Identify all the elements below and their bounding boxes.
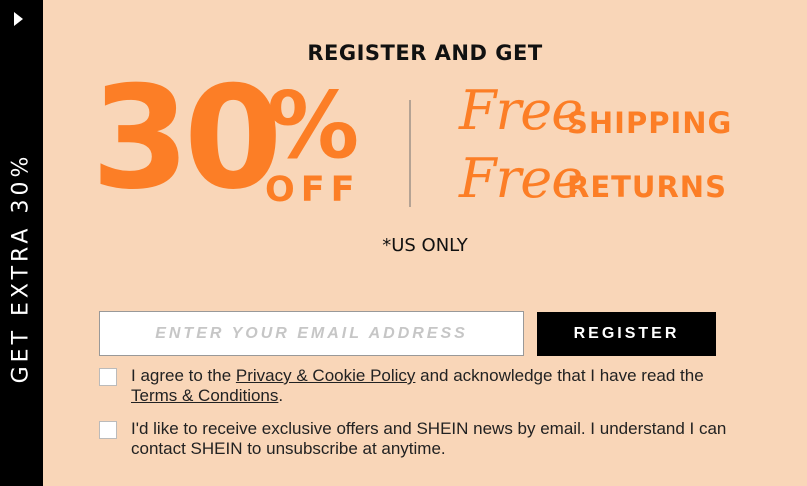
newsletter-checkbox[interactable] [99, 421, 117, 439]
off-label: OFF [265, 170, 361, 210]
privacy-text-2: and acknowledge that I have read the [415, 366, 704, 385]
side-tab[interactable]: GET EXTRA 30% [0, 0, 43, 486]
privacy-text-1: I agree to the [131, 366, 236, 385]
us-only-note: *US ONLY [382, 235, 468, 256]
divider [409, 100, 411, 207]
perk-shipping: SHIPPING [567, 106, 733, 140]
privacy-consent-text: I agree to the Privacy & Cookie Policy a… [131, 366, 731, 406]
privacy-checkbox[interactable] [99, 368, 117, 386]
percent-sign: % [267, 72, 360, 179]
discount-number: 30 [91, 56, 283, 221]
privacy-text-3: . [278, 386, 284, 405]
caret-right-icon[interactable] [14, 12, 23, 26]
email-input[interactable] [99, 311, 524, 356]
free-script-1: Free [459, 79, 583, 142]
register-button[interactable]: REGISTER [537, 312, 716, 356]
terms-link[interactable]: Terms & Conditions [131, 386, 278, 405]
free-script-2: Free [459, 147, 583, 210]
newsletter-consent-text: I'd like to receive exclusive offers and… [131, 419, 727, 458]
register-panel: REGISTER AND GET 30 % OFF Free SHIPPING … [43, 0, 807, 486]
perk-returns: RETURNS [567, 170, 727, 204]
side-tab-label: GET EXTRA 30% [8, 152, 34, 384]
privacy-policy-link[interactable]: Privacy & Cookie Policy [236, 366, 416, 385]
